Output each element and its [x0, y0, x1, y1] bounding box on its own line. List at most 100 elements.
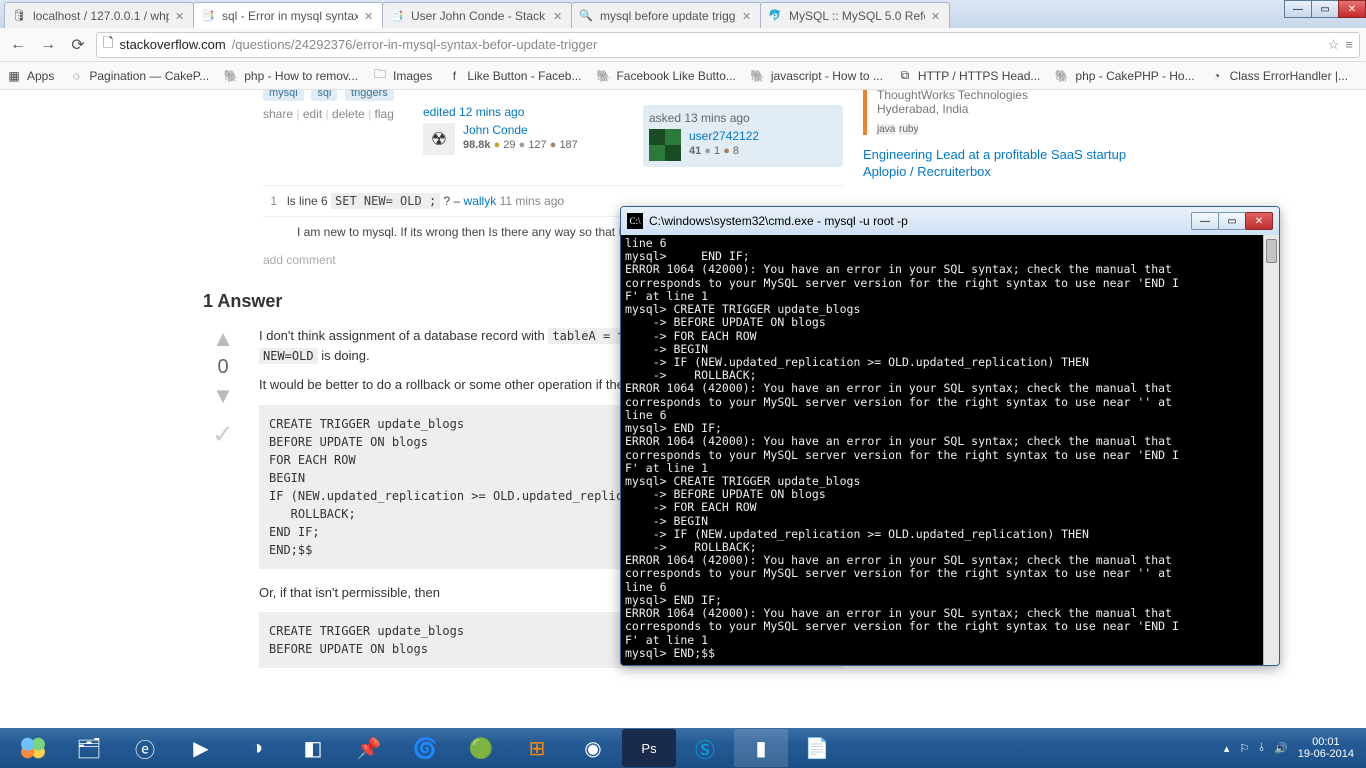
- sidebar-links: Engineering Lead at a profitable SaaS st…: [863, 147, 1163, 179]
- taskbar-item[interactable]: 📌: [342, 729, 396, 767]
- bookmark-item[interactable]: 🐘javascript - How to ...: [750, 68, 883, 84]
- favicon-icon: 🛢: [11, 8, 27, 24]
- accept-check-icon[interactable]: ✓: [212, 419, 234, 450]
- scrollbar-thumb[interactable]: [1266, 239, 1277, 263]
- bookmark-item[interactable]: ◔Class ErrorHandler |...: [1209, 68, 1348, 84]
- taskbar-item-xampp[interactable]: ⊞: [510, 729, 564, 767]
- favicon-icon: 🐬: [767, 8, 783, 24]
- maximize-button[interactable]: ▭: [1311, 0, 1339, 18]
- taskbar-item-wmp[interactable]: ▶: [174, 729, 228, 767]
- vote-column: ▲ 0 ▼ ✓: [203, 326, 243, 682]
- taskbar-item-chrome[interactable]: ◉: [566, 729, 620, 767]
- avatar: [649, 129, 681, 161]
- os-window-controls: — ▭ ✕: [1285, 0, 1366, 20]
- asked-label: asked 13 mins ago: [649, 111, 750, 125]
- bookmark-item[interactable]: fLike Button - Faceb...: [446, 68, 581, 84]
- taskbar-item[interactable]: ◧: [286, 729, 340, 767]
- scrollbar[interactable]: [1263, 235, 1279, 665]
- close-icon[interactable]: ✕: [364, 10, 376, 22]
- tab-title: mysql before update trigg: [600, 9, 736, 23]
- close-button[interactable]: ✕: [1338, 0, 1366, 18]
- close-icon[interactable]: ✕: [931, 10, 943, 22]
- close-icon[interactable]: ✕: [553, 10, 565, 22]
- taskbar-item[interactable]: ◑: [230, 729, 284, 767]
- tag[interactable]: java: [877, 124, 895, 135]
- url-path: /questions/24292376/error-in-mysql-synta…: [232, 37, 598, 52]
- menu-icon[interactable]: ≡: [1345, 37, 1353, 52]
- taskbar-item-cmd[interactable]: ▮: [734, 729, 788, 767]
- bookmark-star-icon[interactable]: ☆: [1328, 37, 1340, 53]
- bookmark-icon: ⧉: [897, 68, 913, 84]
- minimize-button[interactable]: —: [1284, 0, 1312, 18]
- edit-link[interactable]: edit: [303, 107, 322, 121]
- close-icon[interactable]: ✕: [175, 10, 187, 22]
- back-button[interactable]: ←: [6, 33, 30, 57]
- cmd-output[interactable]: line 6 mysql> END IF; ERROR 1064 (42000)…: [621, 235, 1279, 665]
- tray-clock[interactable]: 00:01 19-06-2014: [1298, 736, 1354, 760]
- minimize-button[interactable]: —: [1191, 212, 1219, 230]
- bookmark-item[interactable]: 🐘php - How to remov...: [223, 68, 358, 84]
- favicon-icon: 🔍: [578, 8, 594, 24]
- reload-button[interactable]: ⟳: [66, 33, 90, 57]
- downvote-button[interactable]: ▼: [212, 383, 234, 409]
- browser-tab[interactable]: 🛢localhost / 127.0.0.1 / whp✕: [4, 2, 194, 28]
- bookmark-item[interactable]: ⧉HTTP / HTTPS Head...: [897, 68, 1040, 84]
- user-link[interactable]: user2742122: [689, 129, 759, 143]
- sidebar-link[interactable]: Engineering Lead at a profitable SaaS st…: [863, 147, 1126, 162]
- job-company: ThoughtWorks Technologies: [877, 90, 1163, 102]
- forward-button[interactable]: →: [36, 33, 60, 57]
- cmd-title: C:\windows\system32\cmd.exe - mysql -u r…: [649, 214, 1186, 228]
- taskbar-item-explorer[interactable]: 🗂: [62, 729, 116, 767]
- url-bar[interactable]: 🗋 stackoverflow.com/questions/24292376/e…: [96, 32, 1360, 58]
- avatar: ☢: [423, 123, 455, 155]
- cmd-window[interactable]: C:\ C:\windows\system32\cmd.exe - mysql …: [620, 206, 1280, 666]
- bookmark-item[interactable]: ▦Apps: [6, 68, 54, 84]
- tray-chevron-icon[interactable]: ▴: [1224, 742, 1230, 755]
- favicon-icon: 📑: [200, 8, 216, 24]
- bookmarks-bar: ▦Apps ◌Pagination — CakeP... 🐘php - How …: [0, 62, 1366, 90]
- bookmark-icon: ◔: [1209, 68, 1225, 84]
- browser-navbar: ← → ⟳ 🗋 stackoverflow.com/questions/2429…: [0, 28, 1366, 62]
- tray-network-icon[interactable]: ⫰: [1259, 742, 1264, 755]
- flag-link[interactable]: flag: [375, 107, 394, 121]
- close-icon[interactable]: ✕: [742, 10, 754, 22]
- comment-score: 1: [263, 194, 277, 208]
- taskbar-item[interactable]: 🟢: [454, 729, 508, 767]
- delete-link[interactable]: delete: [332, 107, 365, 121]
- tray-flag-icon[interactable]: ⚐: [1239, 742, 1249, 755]
- browser-tab[interactable]: 🐬MySQL :: MySQL 5.0 Refer✕: [760, 2, 950, 28]
- browser-tab[interactable]: 🔍 mysql before update trigg ✕: [571, 2, 761, 28]
- taskbar-item-notepad[interactable]: 📄: [790, 729, 844, 767]
- bookmark-item[interactable]: 🐘Facebook Like Butto...: [595, 68, 735, 84]
- sidebar-link[interactable]: Aplopio / Recruiterbox: [863, 164, 991, 179]
- tag[interactable]: ruby: [899, 124, 918, 135]
- tray-volume-icon[interactable]: 🔊: [1274, 742, 1288, 755]
- taskbar-item[interactable]: 🌀: [398, 729, 452, 767]
- taskbar-item-skype[interactable]: Ⓢ: [678, 729, 732, 767]
- inline-code: NEW=OLD: [259, 348, 318, 364]
- share-link[interactable]: share: [263, 107, 293, 121]
- post-actions: share | edit | delete | flag: [263, 107, 394, 121]
- browser-tab-active[interactable]: 📑sql - Error in mysql syntax✕: [193, 2, 383, 28]
- cmd-titlebar[interactable]: C:\ C:\windows\system32\cmd.exe - mysql …: [621, 207, 1279, 235]
- taskbar-item-photoshop[interactable]: Ps: [622, 729, 676, 767]
- tab-title: User John Conde - Stack O: [411, 9, 547, 23]
- close-button[interactable]: ✕: [1245, 212, 1273, 230]
- browser-tab[interactable]: 📑 User John Conde - Stack O ✕: [382, 2, 572, 28]
- tag[interactable]: mysql: [263, 90, 304, 101]
- bookmark-item[interactable]: ◌Pagination — CakeP...: [68, 68, 209, 84]
- start-button[interactable]: [6, 729, 60, 767]
- upvote-button[interactable]: ▲: [212, 326, 234, 352]
- user-link[interactable]: John Conde: [463, 123, 528, 137]
- taskbar-item-ie[interactable]: ⓔ: [118, 729, 172, 767]
- browser-tabstrip: 🛢localhost / 127.0.0.1 / whp✕ 📑sql - Err…: [0, 0, 1366, 28]
- maximize-button[interactable]: ▭: [1218, 212, 1246, 230]
- bookmark-item[interactable]: 🐘php - CakePHP - Ho...: [1054, 68, 1194, 84]
- bookmark-item[interactable]: 🗀Images: [372, 68, 432, 84]
- tag[interactable]: sql: [311, 90, 337, 101]
- favicon-icon: 📑: [389, 8, 405, 24]
- bookmark-icon: ◌: [68, 68, 84, 84]
- comment-author[interactable]: wallyk: [464, 194, 497, 208]
- inline-code: SET NEW= OLD ;: [331, 193, 440, 209]
- tag[interactable]: triggers: [345, 90, 394, 101]
